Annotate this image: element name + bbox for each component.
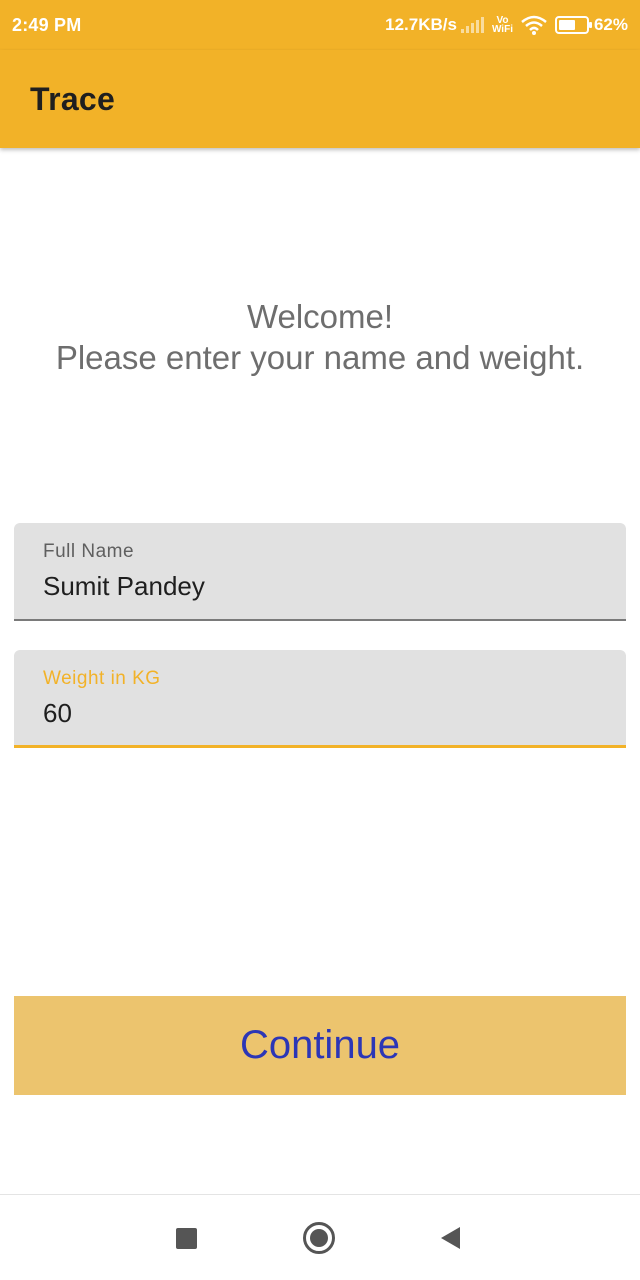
back-button[interactable] (410, 1195, 490, 1280)
signal-icon (460, 17, 484, 33)
recents-square-icon (175, 1227, 197, 1249)
weight-input[interactable] (43, 698, 603, 729)
recents-button[interactable] (146, 1195, 226, 1280)
app-bar: Trace (0, 50, 640, 148)
welcome-line-2: Please enter your name and weight. (55, 339, 585, 376)
back-triangle-icon (440, 1227, 460, 1249)
network-speed: 12.7KB/s (385, 15, 457, 34)
weight-field[interactable]: Weight in KG (14, 650, 626, 748)
vowifi-icon: Vo WiFi (491, 16, 513, 35)
welcome-message: Welcome! Please enter your name and weig… (0, 296, 640, 378)
status-time: 2:49 PM (12, 14, 82, 35)
vowifi-bottom-text: WiFi (491, 24, 513, 35)
navigation-bar (0, 1194, 640, 1280)
status-bar: 2:49 PM 12.7KB/s Vo WiFi 62% (0, 0, 640, 50)
battery-icon (554, 16, 592, 34)
home-circle-icon (303, 1222, 335, 1254)
battery-indicator: 62% (554, 15, 628, 35)
weight-label: Weight in KG (43, 668, 161, 689)
app-title: Trace (30, 80, 116, 117)
battery-percent: 62% (593, 15, 628, 34)
continue-button[interactable]: Continue (14, 996, 626, 1095)
status-icons: 12.7KB/s Vo WiFi 62% (385, 15, 628, 35)
full-name-field[interactable]: Full Name (14, 523, 626, 621)
full-name-label: Full Name (43, 541, 135, 562)
welcome-line-1: Welcome! (246, 298, 394, 335)
full-name-input[interactable] (43, 571, 603, 602)
battery-fill (558, 20, 576, 30)
wifi-icon (521, 15, 547, 35)
home-button[interactable] (279, 1195, 359, 1280)
screen: 2:49 PM 12.7KB/s Vo WiFi 62% Trace Welco… (0, 0, 640, 1280)
